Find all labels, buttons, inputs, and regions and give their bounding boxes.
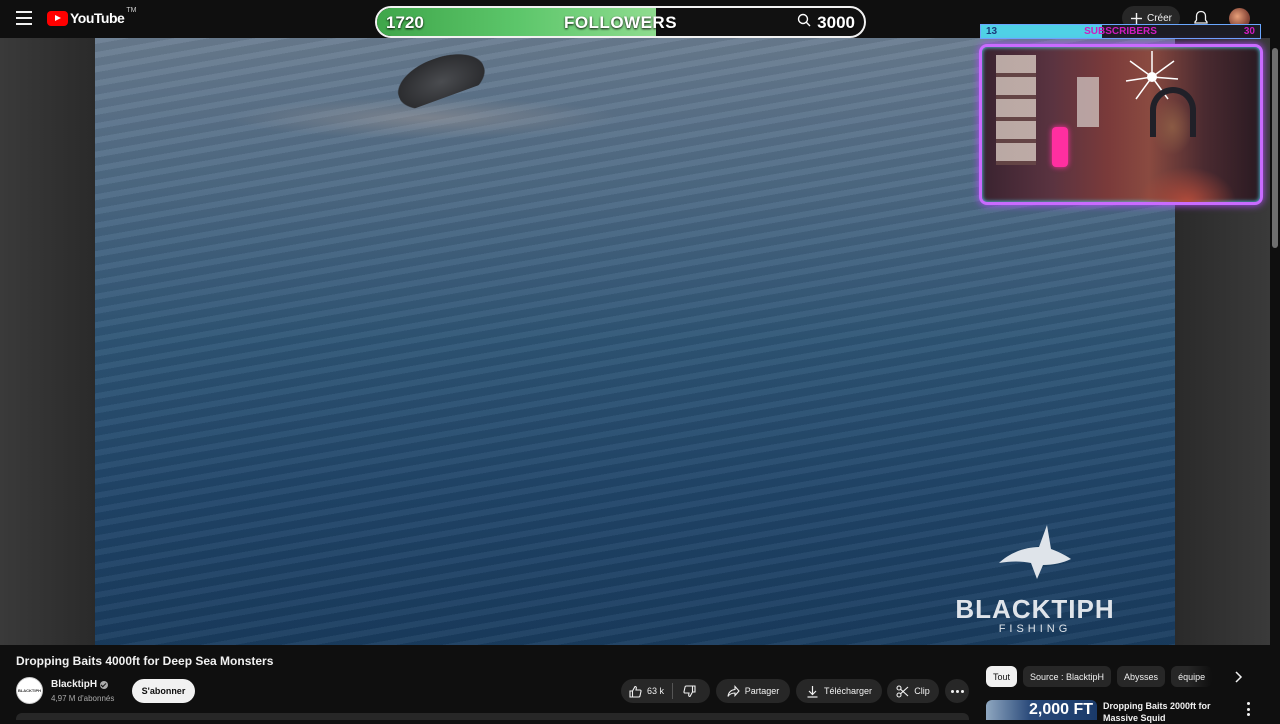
followers-goal-bar: 1720 FOLLOWERS 3000 (375, 6, 866, 38)
create-label: Créer (1147, 12, 1173, 24)
microphone-icon (1052, 127, 1068, 167)
recommended-thumbnail-text: 2,000 FT (1028, 701, 1093, 718)
description-box[interactable] (16, 713, 969, 720)
dislike-button[interactable] (673, 679, 706, 703)
shark-logo-icon (999, 525, 1071, 579)
headphones-icon (1150, 87, 1196, 137)
recommended-thumbnail[interactable]: 2,000 FT (986, 700, 1097, 720)
chip-source[interactable]: Source : BlacktipH (1023, 666, 1112, 687)
channel-name-row[interactable]: BlacktipH (51, 679, 109, 690)
thumbs-up-icon (629, 685, 642, 698)
chip-equipe[interactable]: équipe (1171, 666, 1213, 687)
watermark-title: BLACKTIPH (955, 594, 1115, 624)
subscribers-goal-value: 30 (1243, 26, 1255, 37)
thumbs-down-icon (683, 684, 696, 697)
search-icon[interactable] (797, 13, 811, 27)
subscribers-label: SUBSCRIBERS (1084, 26, 1157, 37)
recommendation-chips: Tout Source : BlacktipH Abysses équipe (986, 666, 1213, 687)
scrollbar-thumb[interactable] (1272, 48, 1278, 248)
download-label: Télécharger (823, 686, 873, 696)
video-blur-left (0, 38, 95, 645)
followers-goal-value: 3000 (817, 13, 855, 32)
whale-shape (390, 43, 490, 113)
youtube-logo[interactable]: YouTube TM (47, 7, 136, 26)
plus-icon (1131, 12, 1142, 24)
verified-badge-icon (100, 680, 109, 689)
channel-name[interactable]: BlacktipH (51, 679, 97, 690)
chip-abysses[interactable]: Abysses (1117, 666, 1166, 687)
recommended-title[interactable]: Dropping Baits 2000ft for Massive Squid (1103, 700, 1233, 724)
channel-avatar[interactable]: BLACKTIPH (16, 677, 43, 704)
like-button[interactable]: 63 k (621, 679, 672, 703)
recommended-more-icon[interactable] (1244, 702, 1252, 716)
more-actions-icon[interactable] (945, 679, 969, 703)
followers-label: FOLLOWERS (563, 13, 678, 32)
page-scrollbar[interactable] (1270, 38, 1280, 720)
scissors-icon (896, 684, 909, 698)
subscribe-button[interactable]: S'abonner (132, 679, 195, 703)
chip-all[interactable]: Tout (986, 666, 1018, 687)
clip-label: Clip (914, 686, 930, 696)
share-button[interactable]: Partager (716, 679, 790, 703)
chevron-right-icon[interactable] (1232, 670, 1244, 684)
clip-button[interactable]: Clip (887, 679, 939, 703)
streamer-webcam (979, 44, 1263, 205)
channel-watermark: BLACKTIPH FISHING (945, 523, 1125, 635)
subscribers-goal-bar: 13 SUBSCRIBERS 30 (980, 24, 1261, 39)
download-icon (807, 685, 818, 698)
like-count: 63 k (647, 686, 665, 696)
share-arrow-icon (727, 684, 740, 697)
like-dislike-group: 63 k (621, 679, 710, 703)
webcam-door (996, 55, 1036, 165)
channel-avatar-text: BLACKTIPH (17, 688, 42, 693)
download-button[interactable]: Télécharger (796, 679, 882, 703)
youtube-play-icon (47, 10, 68, 26)
hamburger-menu-icon[interactable] (16, 11, 32, 25)
video-title: Dropping Baits 4000ft for Deep Sea Monst… (16, 654, 274, 668)
webcam-window (1077, 77, 1099, 127)
share-label: Partager (744, 686, 780, 696)
channel-subscriber-count: 4,97 M d'abonnés (51, 694, 115, 703)
